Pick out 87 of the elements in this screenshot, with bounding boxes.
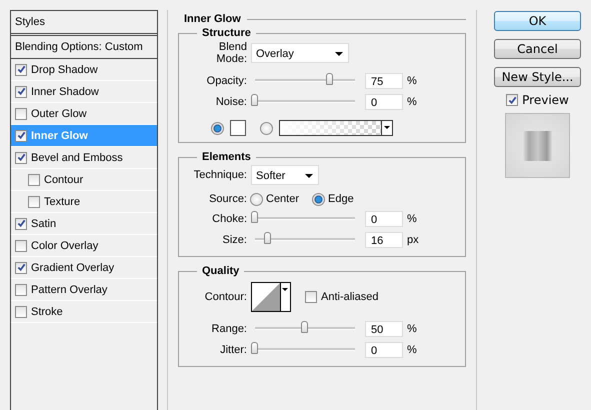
field-label: Size: (222, 234, 247, 246)
slider-thumb[interactable] (251, 211, 258, 223)
unit-label: % (407, 212, 418, 224)
list-item[interactable]: Texture (11, 191, 157, 213)
list-item[interactable]: Bevel and Emboss (11, 147, 157, 169)
checkbox[interactable] (15, 284, 27, 296)
value-field[interactable]: 0 (365, 342, 403, 358)
field-label: Choke: (211, 212, 247, 224)
gradient-picker[interactable] (279, 120, 393, 136)
slider-thumb[interactable] (251, 342, 258, 354)
checkbox[interactable] (506, 94, 518, 106)
field-label: Blend Mode: (215, 41, 247, 65)
value-field[interactable]: 75 (365, 72, 403, 88)
checkbox[interactable] (28, 174, 40, 186)
dialog-button[interactable]: Cancel (494, 39, 581, 59)
field-label: Source: (208, 193, 247, 205)
slider-thumb[interactable] (264, 232, 271, 244)
radio-button[interactable] (250, 192, 263, 206)
checkbox[interactable] (15, 108, 27, 120)
radio-button[interactable] (260, 122, 273, 134)
group-title: Quality (201, 265, 240, 277)
field-label: Jitter: (219, 344, 247, 356)
list-item-label: Inner Shadow (31, 86, 99, 98)
list-item[interactable]: Satin (11, 213, 157, 235)
field-label: Noise: (214, 96, 247, 108)
technique-dropdown[interactable]: Softer (251, 165, 319, 185)
list-item[interactable]: Pattern Overlay (11, 279, 157, 301)
list-item[interactable]: Inner Shadow (11, 81, 157, 103)
section-title: Inner Glow (184, 13, 241, 25)
list-item[interactable]: Contour (11, 169, 157, 191)
value-field[interactable]: 50 (365, 320, 403, 336)
checkbox[interactable] (15, 218, 27, 230)
list-item-label: Contour (44, 174, 84, 186)
list-item-label: Color Overlay (31, 240, 98, 252)
value-field[interactable]: 16 (365, 232, 403, 248)
radio-label: Center (266, 193, 300, 205)
radio-label: Edge (328, 193, 354, 205)
preview-drawing (505, 113, 570, 178)
list-item[interactable]: Drop Shadow (11, 59, 157, 81)
unit-label: % (407, 96, 418, 108)
field-label: Range: (210, 322, 247, 334)
checkbox[interactable] (305, 291, 317, 303)
list-item-label: Outer Glow (31, 108, 87, 120)
list-item[interactable]: Gradient Overlay (11, 257, 157, 279)
contour-picker[interactable] (251, 282, 291, 312)
ok-button[interactable]: OK (494, 11, 581, 31)
unit-label: % (407, 322, 418, 334)
list-item-label: Bevel and Emboss (31, 152, 123, 164)
group-title: Structure (201, 27, 252, 39)
list-item[interactable]: Color Overlay (11, 235, 157, 257)
checkbox-label: Anti-aliased (321, 291, 378, 303)
checkbox[interactable] (15, 240, 27, 252)
dialog-button[interactable]: New Style... (494, 67, 581, 87)
checkbox-label: Preview (522, 93, 569, 107)
list-item[interactable]: Stroke (11, 301, 157, 323)
field-label: Opacity: (206, 74, 247, 86)
list-item-label: Drop Shadow (31, 64, 98, 76)
list-item-label: Gradient Overlay (31, 262, 114, 274)
list-item-label: Pattern Overlay (31, 284, 108, 296)
slider-thumb[interactable] (301, 321, 308, 333)
checkbox[interactable] (15, 262, 27, 274)
checkbox[interactable] (15, 130, 27, 142)
color-swatch[interactable] (230, 120, 246, 136)
field-label: Contour: (204, 291, 247, 303)
list-item-label: Inner Glow (31, 130, 88, 142)
group-title: Elements (201, 151, 252, 163)
panel-title: Styles (15, 16, 45, 28)
radio-button[interactable] (312, 192, 326, 206)
unit-label: % (407, 74, 418, 86)
checkbox[interactable] (15, 86, 27, 98)
value-field[interactable]: 0 (365, 94, 403, 110)
radio-button[interactable] (211, 122, 224, 134)
checkbox[interactable] (15, 152, 27, 164)
slider-thumb[interactable] (251, 94, 258, 106)
list-item[interactable]: Blending Options: Custom (11, 36, 157, 59)
field-label: Technique: (192, 169, 247, 181)
unit-label: px (407, 234, 420, 246)
value-field[interactable]: 0 (365, 210, 403, 226)
checkbox[interactable] (15, 64, 27, 76)
slider-thumb[interactable] (326, 73, 333, 85)
unit-label: % (407, 344, 418, 356)
list-item-label: Satin (31, 218, 56, 230)
list-item-label: Stroke (31, 306, 63, 318)
list-item-label: Texture (44, 196, 80, 208)
checkbox[interactable] (15, 306, 27, 318)
checkbox[interactable] (28, 196, 40, 208)
blend-mode-dropdown[interactable]: Overlay (251, 43, 349, 63)
